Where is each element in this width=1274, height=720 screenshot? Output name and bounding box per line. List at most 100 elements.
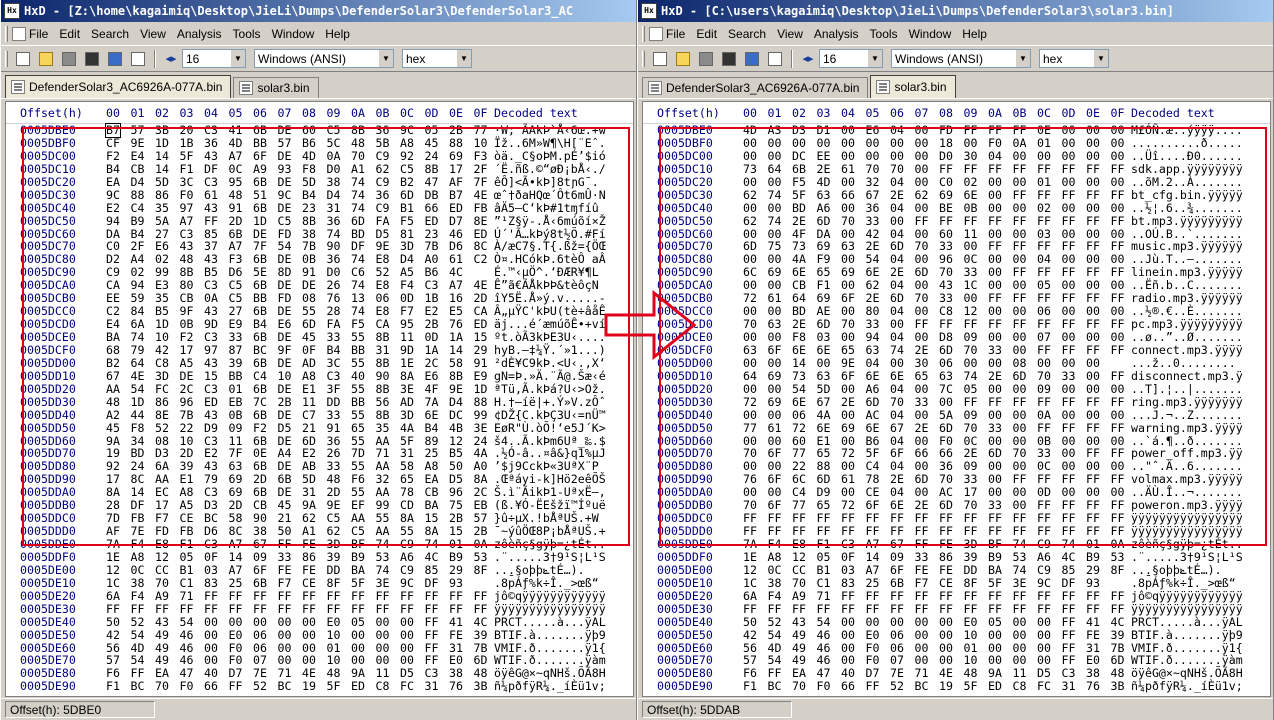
hex-byte[interactable]: 1B [180,136,194,150]
chevron-down-icon[interactable]: ▼ [230,50,245,67]
hex-byte[interactable]: 00 [915,331,929,344]
hex-byte[interactable]: B9 [988,550,1002,564]
hex-byte[interactable]: 5D [817,382,831,396]
hex-byte[interactable]: DE [278,175,292,189]
hex-byte[interactable]: 61 [768,421,782,435]
tab-file[interactable]: solar3.bin [233,77,319,98]
hex-byte[interactable]: CC [155,563,169,577]
menu-edit[interactable]: Edit [696,27,717,41]
hex-byte[interactable]: 4C [425,550,439,564]
hex-row[interactable]: 0005DBF0 CF 9E 1D 1B 36 4D BB 57 B6 5C 48 5B A8 45 88 10… [6,136,633,150]
hex-byte[interactable]: B1 [817,563,831,577]
hex-byte[interactable]: 00 [841,149,855,163]
hex-byte[interactable]: 00 [915,124,929,137]
menu-help[interactable]: Help [962,27,987,41]
hex-byte[interactable]: C8 [1013,680,1027,693]
hex-byte[interactable]: FF [106,602,120,616]
properties-button[interactable] [127,49,149,69]
hex-byte[interactable]: 85 [1062,563,1076,577]
hex-byte[interactable]: BF [351,538,365,551]
hex-byte[interactable]: DC [792,149,806,163]
hex-byte[interactable]: 00 [915,201,929,215]
hex-byte[interactable]: 00 [376,628,390,642]
hex-byte[interactable]: 33 [866,214,880,228]
hex-byte[interactable]: 6D [866,395,880,409]
tab-file[interactable]: solar3.bin [870,75,956,98]
hex-byte[interactable]: 61 [204,188,218,202]
hex-byte[interactable]: 00 [964,356,978,370]
hex-byte[interactable]: DD [327,395,341,409]
hex-byte[interactable]: FF [400,602,414,616]
hex-byte[interactable]: 24 [425,149,439,163]
hex-byte[interactable]: 3E [1013,576,1027,590]
hex-byte[interactable]: 09 [229,421,243,435]
hex-byte[interactable]: C3 [204,331,218,344]
hex-byte[interactable]: FF [449,602,463,616]
hex-byte[interactable]: FF [1037,589,1051,603]
hex-byte[interactable]: C3 [204,382,218,396]
hex-row[interactable]: 0005DC40 00 00 BD A6 00 36 04 00 BE 0B 00 00 02 00 00 00… [643,201,1270,215]
hex-byte[interactable]: A7 [866,538,880,551]
hex-byte[interactable]: 5B [376,136,390,150]
hex-byte[interactable]: 38 [327,175,341,189]
hex-byte[interactable]: 2E [915,343,929,357]
disk-button[interactable] [81,49,103,69]
hex-byte[interactable]: 10 [474,136,488,150]
hex-byte[interactable]: CE [939,576,953,590]
hex-byte[interactable]: 58 [449,356,463,370]
hex-byte[interactable]: D4 [131,175,145,189]
hex-byte[interactable]: 00 [1062,124,1076,137]
hex-byte[interactable]: 00 [866,149,880,163]
hex-byte[interactable]: FF [1062,628,1076,642]
hex-byte[interactable]: 6F [253,149,267,163]
hex-byte[interactable]: 53 [1111,550,1125,564]
hex-byte[interactable]: 1E [400,356,414,370]
menu-search[interactable]: Search [728,27,766,41]
hex-byte[interactable]: FF [964,162,978,176]
hex-byte[interactable]: F1 [180,162,194,176]
hex-byte[interactable]: FF [131,602,145,616]
bytes-per-row-combo[interactable]: 16 ▼ [182,49,246,68]
decoded-text[interactable]: .8pÁƒ%k÷Î._>œß“ [494,576,599,590]
hex-byte[interactable]: 5F [351,576,365,590]
hex-byte[interactable]: 00 [302,615,316,629]
hex-byte[interactable]: A8 [400,136,414,150]
hex-byte[interactable]: 91 [327,421,341,435]
hex-byte[interactable]: 52 [768,615,782,629]
hex-byte[interactable]: 10 [327,628,341,642]
hex-row[interactable]: 0005DC20 EA D4 5D 3C C3 95 6B DE 5D 38 74 C9 B2 47 AF 7F… [6,175,633,189]
hex-byte[interactable]: 00 [988,175,1002,189]
hex-byte[interactable]: 90 [376,369,390,383]
hex-byte[interactable]: C1 [180,576,194,590]
hex-byte[interactable]: 00 [1013,382,1027,396]
hex-byte[interactable]: 42 [106,628,120,642]
decoded-text[interactable]: ªTü,Ã.kÞá?U‹>Ož. [494,382,606,396]
hex-byte[interactable]: 1C [106,576,120,590]
hex-byte[interactable]: B9 [1086,550,1100,564]
hex-byte[interactable]: 1D [253,214,267,228]
hex-byte[interactable]: 05 [988,615,1002,629]
hex-byte[interactable]: FF [1062,615,1076,629]
hex-byte[interactable]: BB [253,136,267,150]
hex-byte[interactable]: 00 [939,628,953,642]
hex-byte[interactable]: C0 [939,175,953,189]
hex-byte[interactable]: 5F [180,149,194,163]
hex-byte[interactable]: 14 [229,550,243,564]
hex-byte[interactable]: 62 [915,188,929,202]
hex-row[interactable]: 0005DD00 B2 64 C8 A5 43 39 6B DE AD 3C 55 8B 1E 2C 58 91… [6,356,633,370]
hex-byte[interactable]: 2E [817,162,831,176]
hex-byte[interactable]: FF [180,602,194,616]
hex-byte[interactable]: C9 [400,563,414,577]
hex-byte[interactable]: F1 [817,538,831,551]
hex-byte[interactable]: 6E [792,395,806,409]
hex-byte[interactable]: 39 [474,628,488,642]
hex-byte[interactable]: FF [351,589,365,603]
hex-byte[interactable]: BF [988,538,1002,551]
hex-byte[interactable]: E8 [155,538,169,551]
charset-combo[interactable]: Windows (ANSI) ▼ [891,49,1031,68]
hex-byte[interactable]: 63 [743,343,757,357]
decoded-text[interactable]: BTIF.à.......ÿþ9 [1131,628,1243,642]
hex-byte[interactable]: 01 [449,538,463,551]
hex-byte[interactable]: 70 [841,214,855,228]
hex-row[interactable]: 0005DC30 62 74 5F 63 66 67 2E 62 69 6E 00 FF FF FF FF FF… [643,188,1270,202]
